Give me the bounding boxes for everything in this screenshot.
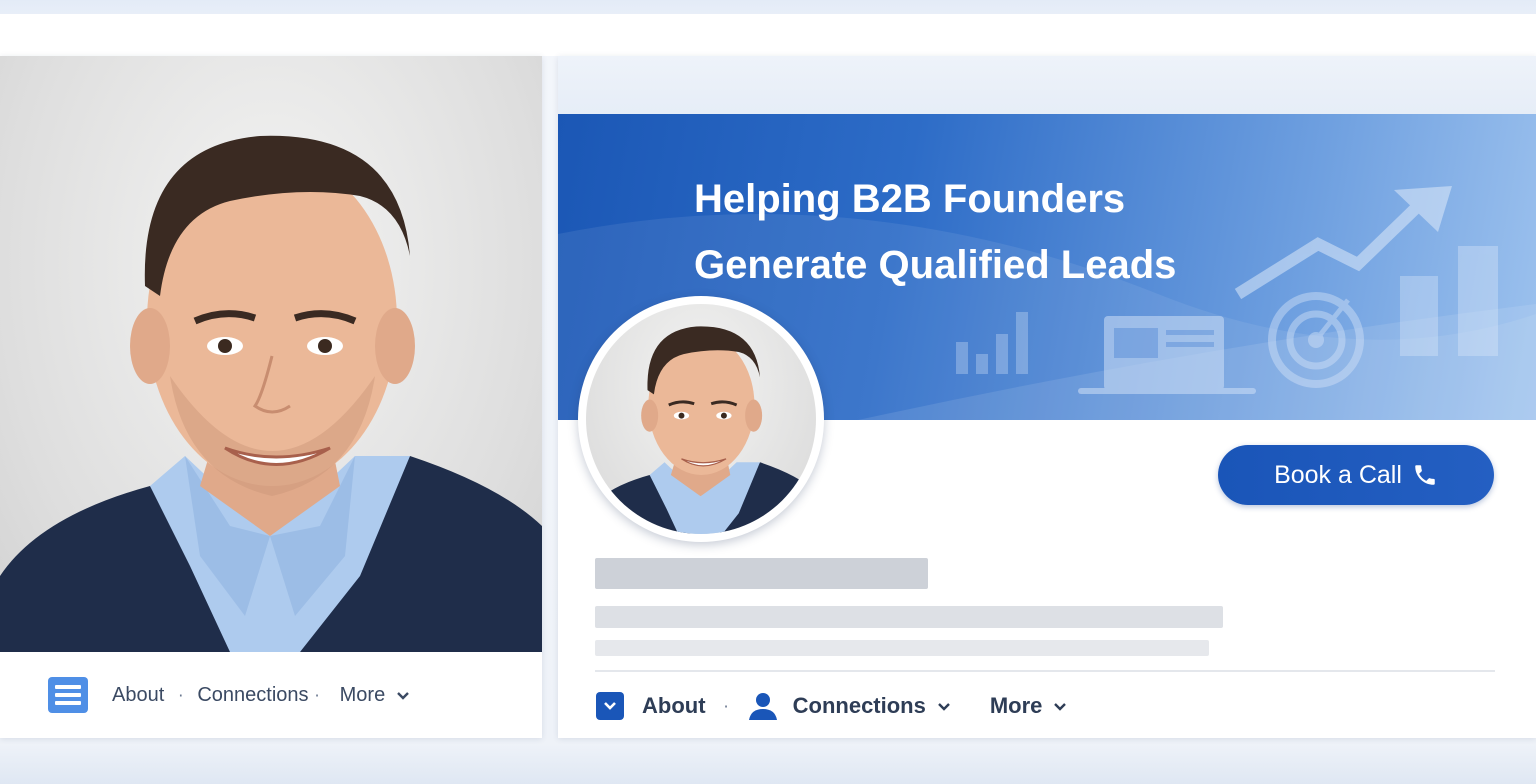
chevron-box-icon [596,692,624,720]
name-placeholder [595,558,928,589]
banner-headline: Helping B2B Founders Generate Qualified … [694,166,1176,298]
chevron-down-icon[interactable] [1052,700,1068,712]
headline-placeholder [595,606,1223,628]
headline-line-1: Helping B2B Founders [694,177,1126,221]
profile-avatar[interactable] [578,296,824,542]
person-icon [748,693,777,720]
left-profile-card: About · Connections · More [0,56,542,738]
book-a-call-label: Book a Call [1274,460,1402,489]
right-profile-card: Helping B2B Founders Generate Qualified … [558,56,1536,738]
page: About · Connections · More Helping B2B F… [0,0,1536,784]
divider [595,670,1495,672]
nav-about[interactable]: About [642,693,706,719]
phone-icon [1415,465,1435,485]
nav-connections[interactable]: Connections [197,684,308,707]
nav-more[interactable]: More [340,684,386,707]
book-a-call-button[interactable]: Book a Call [1218,445,1494,505]
chevron-down-icon [397,692,410,700]
location-placeholder [595,640,1209,656]
chevron-down-icon[interactable] [936,700,952,712]
menu-icon[interactable] [48,677,88,713]
top-bar [0,14,1536,56]
nav-connections[interactable]: Connections [793,693,926,719]
nav-about[interactable]: About [112,684,164,707]
nav-separator: · [723,696,729,716]
left-profile-nav: About · Connections · More [0,652,542,738]
avatar-photo [586,304,816,534]
headline-line-2: Generate Qualified Leads [694,243,1177,287]
portrait-illustration [0,135,542,652]
right-profile-nav: About · Connections More [596,678,1068,734]
card-header-band [558,56,1536,114]
nav-separator: · [178,685,184,705]
nav-more[interactable]: More [990,693,1043,719]
profile-photo-large [0,56,542,652]
avatar-portrait [586,326,816,534]
nav-separator: · [314,685,320,705]
bottom-bar [0,744,1536,784]
